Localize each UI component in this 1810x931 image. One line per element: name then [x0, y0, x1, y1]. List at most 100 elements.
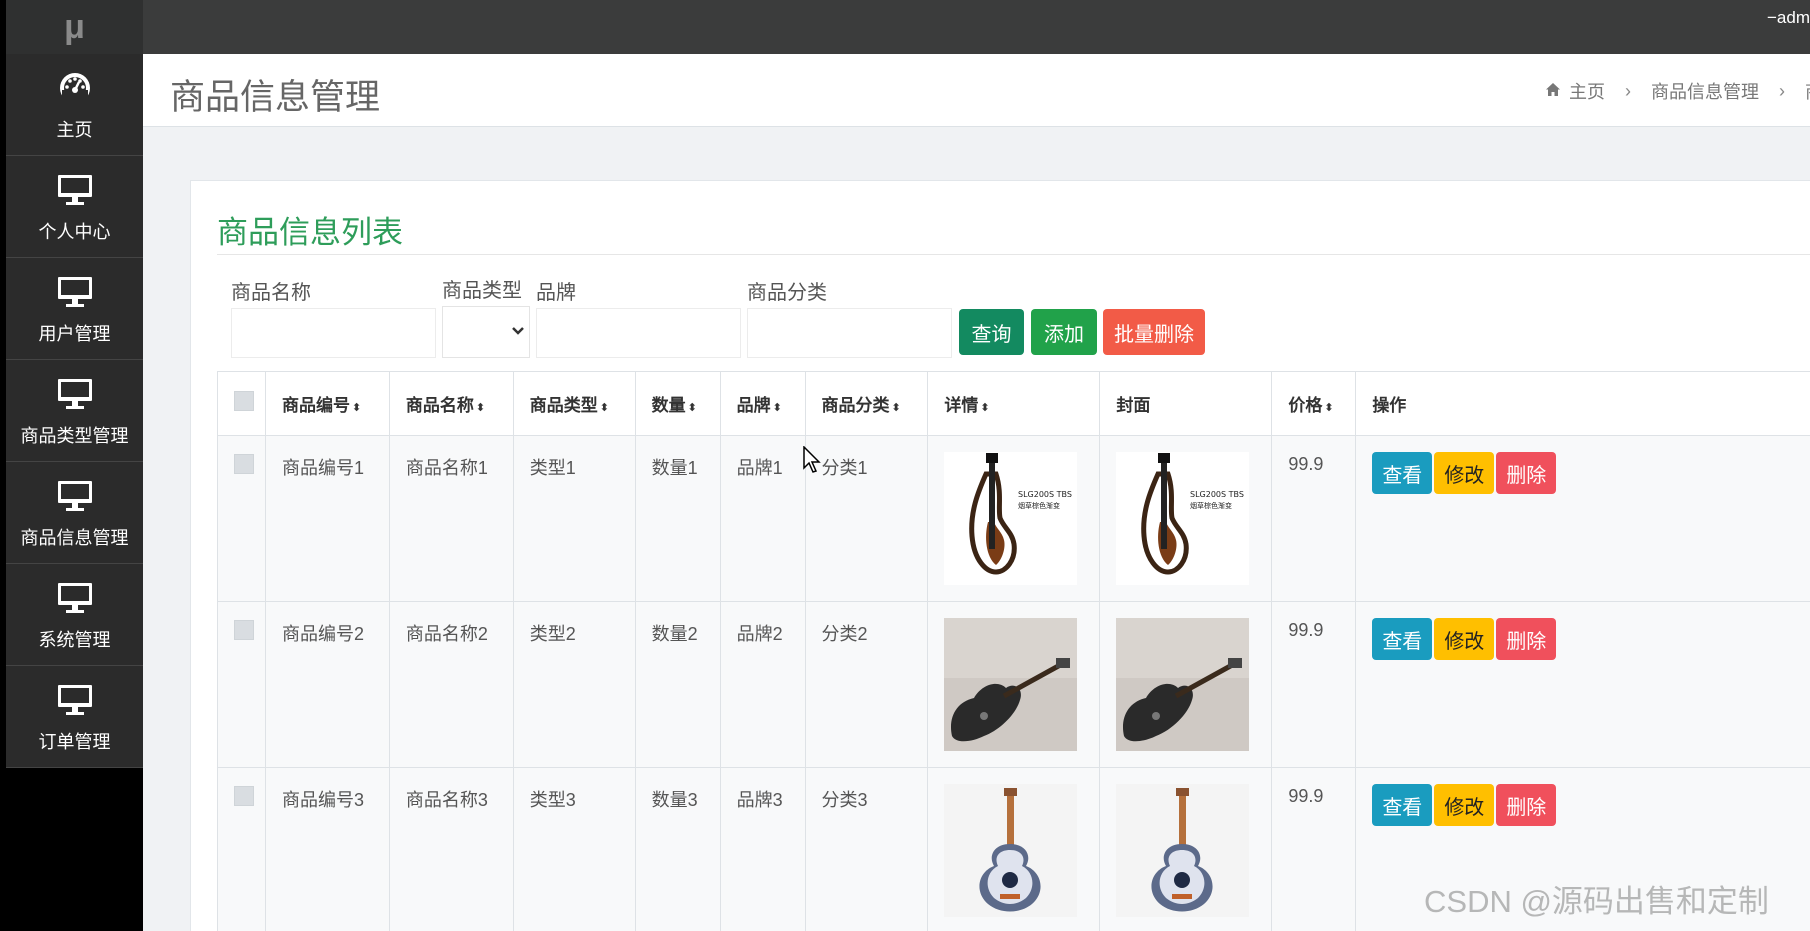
panel-title: 商品信息列表 [217, 215, 403, 250]
delete-button[interactable]: 删除 [1496, 784, 1557, 826]
cell-type: 类型1 [512, 435, 636, 602]
sidebar-item-order-management[interactable]: 订单管理 [6, 666, 143, 768]
batch-delete-button[interactable]: 批量删除 [1103, 309, 1205, 355]
logo: μ [6, 0, 143, 54]
column-header-type[interactable]: 商品类型 ⬍ [512, 371, 636, 436]
breadcrumb-current[interactable]: 商品信息管理 [1651, 78, 1759, 104]
sidebar-item-home[interactable]: 主页 [6, 54, 143, 156]
cell-brand: 品牌2 [719, 601, 806, 768]
column-header-name[interactable]: 商品名称 ⬍ [388, 371, 514, 436]
sidebar-item-personal-center[interactable]: 个人中心 [6, 156, 143, 258]
delete-button[interactable]: 删除 [1496, 452, 1557, 494]
product-cover-electric-guitar [1116, 618, 1250, 751]
cell-category: 分类3 [804, 767, 929, 931]
sort-icon: ⬍ [687, 402, 697, 414]
cell-cover [1099, 767, 1273, 931]
category-input[interactable] [747, 308, 952, 358]
row-checkbox[interactable] [234, 454, 254, 474]
column-header-qty[interactable]: 数量 ⬍ [634, 371, 721, 436]
cell-name: 商品名称2 [388, 601, 514, 768]
cell-code: 商品编号3 [264, 767, 390, 931]
sidebar-item-label: 用户管理 [38, 323, 111, 344]
cell-category: 分类2 [804, 601, 929, 768]
product-cover-patterned-guitar [1116, 784, 1250, 917]
page-header: 商品信息管理 主页 › 商品信息管理 › 商 [143, 54, 1810, 127]
column-header-category[interactable]: 商品分类 ⬍ [804, 371, 929, 436]
cell-cover: SLG200S TBS 烟草棕色渐变 [1099, 435, 1273, 602]
sidebar-item-user-management[interactable]: 用户管理 [6, 258, 143, 360]
cell-qty: 数量2 [634, 601, 721, 768]
sort-icon: ⬍ [475, 402, 486, 414]
chevron-right-icon: › [1625, 80, 1631, 101]
cell-cover [1099, 601, 1273, 768]
monitor-icon [55, 578, 95, 618]
topbar: −adm [143, 0, 1810, 54]
edit-button[interactable]: 修改 [1434, 618, 1495, 660]
cell-category: 分类1 [804, 435, 929, 602]
column-header-code[interactable]: 商品编号 ⬍ [264, 371, 390, 436]
table-header-row: 商品编号 ⬍ 商品名称 ⬍ 商品类型 ⬍ 数量 ⬍ 品牌 ⬍ 商品分类 ⬍ 详情 ⬍ 封面 价… [217, 371, 1810, 436]
edit-button[interactable]: 修改 [1434, 452, 1495, 494]
breadcrumb: 主页 › 商品信息管理 › 商 [1545, 78, 1810, 104]
cell-code: 商品编号2 [264, 601, 390, 768]
cell-type: 类型3 [512, 767, 636, 931]
row-checkbox[interactable] [234, 786, 254, 806]
sidebar-item-system-management[interactable]: 系统管理 [6, 564, 143, 666]
page-title: 商品信息管理 [170, 78, 381, 117]
cell-detail [927, 767, 1101, 931]
column-header-ops: 操作 [1355, 371, 1810, 436]
cell-qty: 数量3 [634, 767, 721, 931]
cell-price: 99.9 [1271, 767, 1357, 931]
thumb-model-text: SLG200S TBS [1018, 490, 1072, 499]
thumb-model-text: SLG200S TBS [1190, 490, 1244, 499]
product-name-input[interactable] [231, 308, 436, 358]
sidebar: μ 主页 个人中心 用户管理 商品类型管理 商品信息管理 系统管理 订单管理 [6, 0, 143, 931]
monitor-icon [55, 680, 95, 720]
sidebar-item-label: 系统管理 [38, 629, 111, 650]
cell-actions: 查看 修改 删除 [1355, 435, 1810, 602]
breadcrumb-home[interactable]: 主页 [1569, 78, 1605, 104]
main-content: 商品信息管理 主页 › 商品信息管理 › 商 商品信息列表 商品名称 商品类型 … [143, 54, 1810, 931]
cell-qty: 数量1 [634, 435, 721, 602]
cell-brand: 品牌1 [719, 435, 806, 602]
add-button[interactable]: 添加 [1031, 309, 1097, 355]
sidebar-item-product-type-management[interactable]: 商品类型管理 [6, 360, 143, 462]
product-table: 商品编号 ⬍ 商品名称 ⬍ 商品类型 ⬍ 数量 ⬍ 品牌 ⬍ 商品分类 ⬍ 详情 ⬍ 封面 价… [217, 371, 1810, 931]
view-button[interactable]: 查看 [1372, 784, 1433, 826]
filter-label-category: 商品分类 [747, 282, 827, 304]
dashboard-icon [55, 68, 95, 108]
select-all-cell [217, 371, 266, 436]
brand-input[interactable] [536, 308, 741, 358]
product-image-silent-guitar: SLG200S TBS 烟草棕色渐变 [944, 452, 1078, 585]
row-checkbox[interactable] [234, 620, 254, 640]
product-image-electric-guitar [944, 618, 1078, 751]
cell-price: 99.9 [1271, 601, 1357, 768]
cell-type: 类型2 [512, 601, 636, 768]
select-all-checkbox[interactable] [234, 391, 254, 411]
view-button[interactable]: 查看 [1372, 452, 1433, 494]
monitor-icon [55, 476, 95, 516]
product-image-patterned-guitar [944, 784, 1078, 917]
filter-label-brand: 品牌 [536, 282, 576, 304]
chevron-down-icon [511, 323, 525, 341]
sort-icon: ⬍ [599, 402, 609, 414]
edit-button[interactable]: 修改 [1434, 784, 1495, 826]
row-checkbox-cell [217, 767, 266, 931]
column-header-brand[interactable]: 品牌 ⬍ [719, 371, 806, 436]
user-menu[interactable]: −adm [1767, 8, 1810, 28]
sidebar-item-label: 主页 [56, 119, 93, 140]
divider [217, 254, 1810, 255]
view-button[interactable]: 查看 [1372, 618, 1433, 660]
product-type-select[interactable] [442, 306, 530, 358]
column-header-price[interactable]: 价格 ⬍ [1271, 371, 1357, 436]
thumb-sub-text: 烟草棕色渐变 [1018, 501, 1060, 510]
cell-code: 商品编号1 [264, 435, 390, 602]
query-button[interactable]: 查询 [959, 309, 1024, 355]
row-checkbox-cell [217, 601, 266, 768]
column-header-detail[interactable]: 详情 ⬍ [927, 371, 1101, 436]
filter-label-type: 商品类型 [442, 280, 522, 302]
sidebar-item-product-info-management[interactable]: 商品信息管理 [6, 462, 143, 564]
cell-name: 商品名称3 [388, 767, 514, 931]
thumb-sub-text: 烟草棕色渐变 [1190, 501, 1232, 510]
delete-button[interactable]: 删除 [1496, 618, 1557, 660]
